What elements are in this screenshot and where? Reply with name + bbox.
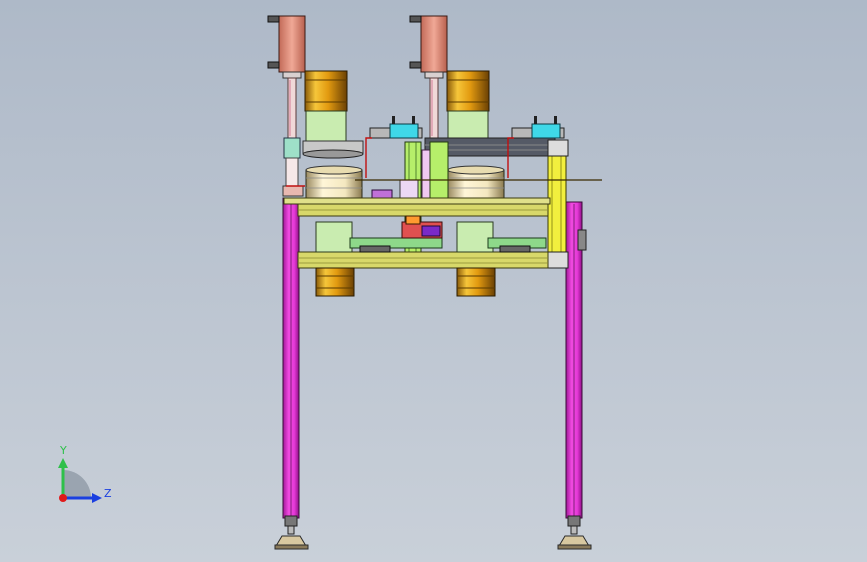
right-upper-motor [446, 70, 490, 142]
left-upper-motor [304, 70, 348, 142]
right-roller-drum [447, 165, 505, 199]
upper-crossbar [283, 197, 551, 217]
lower-crossbar [297, 251, 549, 269]
triad-y-label: Y [59, 444, 67, 457]
triad-x-axis [59, 494, 67, 502]
left-roller-drum [305, 165, 363, 199]
left-leg [282, 197, 300, 535]
cad-viewport[interactable]: Y Z [0, 0, 867, 562]
triad-z-label: Z [104, 487, 112, 500]
cad-model-view[interactable]: Y Z [0, 0, 867, 562]
